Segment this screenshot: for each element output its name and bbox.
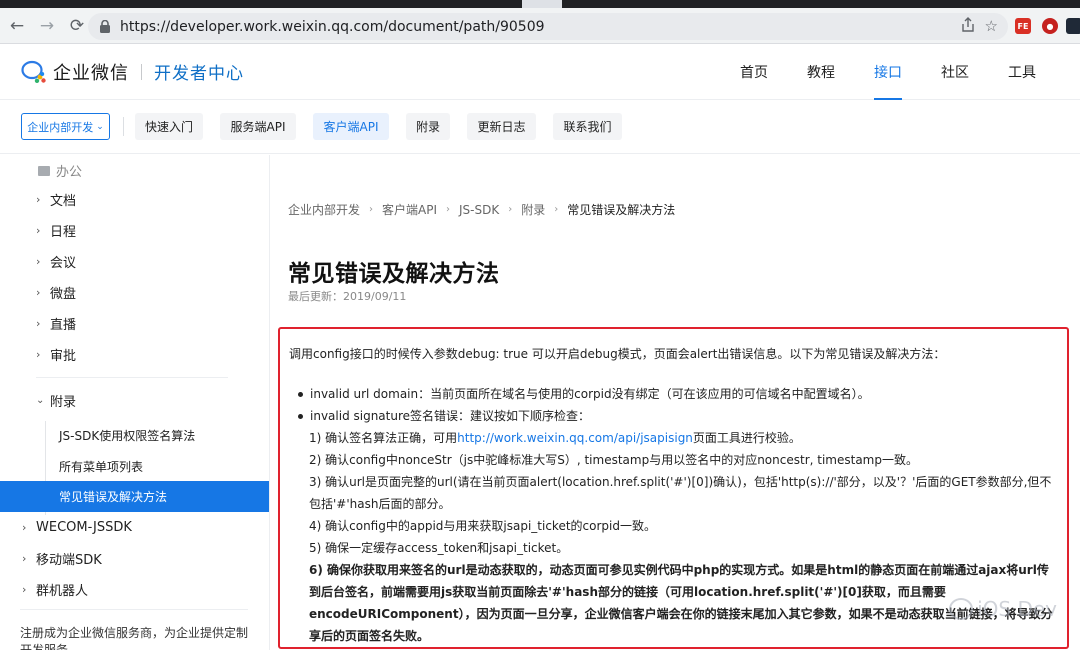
url-text[interactable]: https://developer.work.weixin.qq.com/doc… [120,19,545,35]
list-item: invalid url domain：当前页面所在域名与使用的corpid没有绑… [297,383,1055,405]
breadcrumb-item[interactable]: JS-SDK [459,203,499,217]
nav-tutorials[interactable]: 教程 [807,44,835,100]
forward-icon[interactable]: → [34,13,60,39]
browser-tab[interactable] [562,0,1080,8]
site-logo[interactable]: 企业微信 开发者中心 [21,59,244,85]
jsapisign-link[interactable]: http://work.weixin.qq.com/api/jsapisign [457,431,693,445]
tab-changelog[interactable]: 更新日志 [467,113,536,140]
chevron-right-icon: › [369,204,374,215]
dev-type-dropdown[interactable]: 企业内部开发 ⌄ [21,113,110,140]
chevron-down-icon: ⌄ [96,121,104,132]
extension-icon[interactable]: FE [1015,18,1031,34]
sidebar-item-mobile-sdk[interactable]: › 移动端SDK [22,548,102,568]
chevron-right-icon: › [554,204,559,215]
sidebar-item-wecom-jssdk[interactable]: › WECOM-JSSDK [22,517,132,537]
chevron-right-icon: › [22,551,27,565]
breadcrumb: 企业内部开发 › 客户端API › JS-SDK › 附录 › 常见错误及解决方… [288,201,675,218]
sidebar-item-approval[interactable]: › 审批 [36,344,76,364]
tab-server-api[interactable]: 服务端API [220,113,296,140]
extension-icon[interactable] [1066,18,1080,34]
breadcrumb-item[interactable]: 企业内部开发 [288,201,360,218]
step-3: 3) 确认url是页面完整的url(请在当前页面alert(location.h… [309,475,1052,511]
bookmark-star-icon[interactable]: ☆ [985,17,998,36]
chevron-right-icon: › [36,192,41,206]
watermark: iOS Dev [949,597,1057,621]
error-list: invalid url domain：当前页面所在域名与使用的corpid没有绑… [297,383,1055,427]
main-nav: 首页 教程 接口 社区 工具 [740,44,1075,100]
nav-api[interactable]: 接口 [874,44,902,100]
sidebar-item-calendar[interactable]: › 日程 [36,220,76,240]
sidebar-item-jssdk-signature[interactable]: JS-SDK使用权限签名算法 [59,425,195,445]
reload-icon[interactable]: ⟳ [64,13,90,39]
check-steps: 1) 确认签名算法正确，可用http://work.weixin.qq.com/… [309,427,1055,647]
provider-signup-link[interactable]: 注册成为企业微信服务商，为企业提供定制开发服务 [20,625,248,650]
wecom-logo-icon [21,60,47,84]
share-icon[interactable] [961,17,975,36]
step-4: 4) 确认config中的appid与用来获取jsapi_ticket的corp… [309,519,656,533]
back-icon[interactable]: ← [4,13,30,39]
tab-contact[interactable]: 联系我们 [553,113,622,140]
breadcrumb-item[interactable]: 附录 [521,201,545,218]
sidebar: 办公 › 文档 › 日程 › 会议 › 微盘 › 直播 › 审批 ⌄ 附录 JS… [0,155,270,650]
browser-tab-strip [0,0,1080,8]
lock-icon[interactable] [96,18,114,36]
main-content: 企业内部开发 › 客户端API › JS-SDK › 附录 › 常见错误及解决方… [278,155,1080,650]
chevron-right-icon: › [36,223,41,237]
address-bar[interactable]: https://developer.work.weixin.qq.com/doc… [88,13,1008,40]
logo-divider [141,63,142,80]
chevron-right-icon: › [22,582,27,596]
sidebar-divider [20,609,248,610]
last-updated: 最后更新：2019/09/11 [288,290,407,303]
sidebar-group-office[interactable]: 办公 [38,161,82,180]
tab-quick-start[interactable]: 快速入门 [135,113,203,140]
chevron-right-icon: › [36,316,41,330]
sidebar-item-live[interactable]: › 直播 [36,313,76,333]
office-icon [38,165,50,176]
wechat-logo-icon [949,598,974,620]
sidebar-item-appendix[interactable]: ⌄ 附录 [36,390,76,410]
chevron-right-icon: › [22,520,27,534]
nav-home[interactable]: 首页 [740,44,768,100]
highlighted-content-box: 调用config接口的时候传入参数debug: true 可以开启debug模式… [278,327,1069,649]
sidebar-item-drive[interactable]: › 微盘 [36,282,76,302]
step-2: 2) 确认config中nonceStr（js中驼峰标准大写S）, timest… [309,453,918,467]
sidebar-item-group-bot[interactable]: › 群机器人 [22,579,88,599]
page-title: 常见错误及解决方法 [288,261,500,287]
logo-text: 企业微信 [53,62,129,84]
browser-tab[interactable] [0,0,522,8]
chevron-right-icon: › [446,204,451,215]
list-item: invalid signature签名错误：建议按如下顺序检查： [297,405,1055,427]
breadcrumb-item[interactable]: 客户端API [382,201,437,218]
logo-subtitle: 开发者中心 [154,64,244,84]
sub-nav: 企业内部开发 ⌄ 快速入门 服务端API 客户端API 附录 更新日志 联系我们 [0,100,1080,154]
chevron-right-icon: › [508,204,513,215]
extension-icon[interactable]: ● [1042,18,1058,34]
chevron-right-icon: › [36,254,41,268]
dropdown-label: 企业内部开发 [27,120,94,134]
intro-text: 调用config接口的时候传入参数debug: true 可以开启debug模式… [289,347,946,361]
nav-tools[interactable]: 工具 [1008,44,1036,100]
sidebar-item-meeting[interactable]: › 会议 [36,251,76,271]
step-5: 5) 确保一定缓存access_token和jsapi_ticket。 [309,541,569,555]
tab-appendix[interactable]: 附录 [406,113,450,140]
step-1: 1) 确认签名算法正确，可用http://work.weixin.qq.com/… [309,431,801,445]
step-6: 6) 确保你获取用来签名的url是动态获取的，动态页面可参见实例代码中php的实… [309,563,1053,643]
breadcrumb-current: 常见错误及解决方法 [567,203,676,217]
chevron-down-icon: ⌄ [36,394,45,406]
tab-client-api[interactable]: 客户端API [313,113,389,140]
sidebar-divider [36,377,228,378]
subnav-divider [123,117,124,136]
chevron-right-icon: › [36,285,41,299]
sidebar-item-docs[interactable]: › 文档 [36,189,76,209]
browser-toolbar: ← → ⟳ https://developer.work.weixin.qq.c… [0,8,1080,44]
site-header: 企业微信 开发者中心 首页 教程 接口 社区 工具 [0,44,1080,100]
sidebar-item-common-errors[interactable]: 常见错误及解决方法 [0,481,269,512]
sidebar-item-menu-list[interactable]: 所有菜单项列表 [59,456,143,476]
chevron-right-icon: › [36,347,41,361]
nav-community[interactable]: 社区 [941,44,969,100]
